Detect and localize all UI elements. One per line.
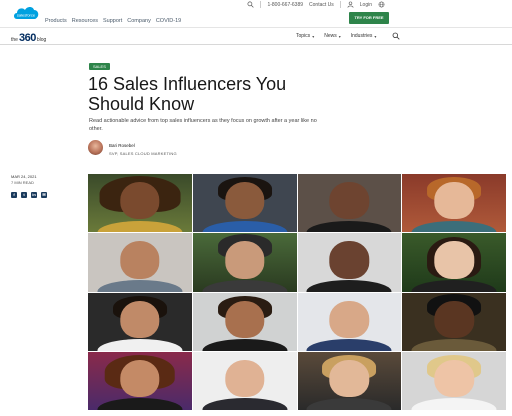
subnav-news-label: News: [324, 33, 337, 39]
article-dek: Read actionable advice from top sales in…: [89, 118, 317, 132]
influencer-photo: [88, 292, 192, 351]
blog-subnav: Topics ▾ News ▾ Industries ▾: [296, 33, 376, 39]
influencer-photo: [402, 351, 506, 410]
logo-text: salesforce: [17, 13, 36, 18]
blog-nav: the 360 blog Topics ▾ News ▾ Industries ▾: [0, 27, 512, 45]
utility-bar: 1-800-667-6389 Contact Us Login: [247, 1, 385, 8]
globe-icon[interactable]: [378, 1, 385, 8]
subnav-industries-label: Industries: [350, 33, 373, 39]
category-tag[interactable]: SALES: [89, 63, 110, 70]
top-nav: Products Resources Support Company COVID…: [45, 18, 181, 24]
influencer-photo: [192, 174, 297, 233]
author-name[interactable]: Bari Rosebel: [109, 143, 135, 148]
blog-search-icon[interactable]: [392, 32, 400, 40]
login-link[interactable]: Login: [360, 2, 372, 8]
influencer-photo: [297, 174, 402, 233]
author-title: SVP, SALES CLOUD MARKETING: [109, 151, 177, 156]
influencer-photo: [297, 233, 402, 292]
influencer-photo: [192, 233, 297, 292]
divider: [339, 1, 341, 8]
blog-logo-blog: blog: [36, 37, 47, 43]
chevron-down-icon: ▾: [312, 33, 315, 39]
blog-logo-360: 360: [18, 32, 36, 44]
facebook-icon[interactable]: f: [11, 192, 17, 198]
blog-logo-the: the: [11, 37, 18, 43]
influencer-photo: [88, 174, 192, 233]
subnav-news[interactable]: News ▾: [324, 33, 341, 39]
blog-logo[interactable]: the 360 blog: [11, 32, 46, 44]
influencer-photo: [88, 233, 192, 292]
search-icon[interactable]: [247, 1, 255, 8]
try-for-free-button[interactable]: TRY FOR FREE: [349, 12, 389, 24]
subnav-industries[interactable]: Industries ▾: [351, 33, 377, 39]
nav-covid[interactable]: COVID-19: [156, 18, 181, 24]
influencer-photo: [402, 292, 506, 351]
user-icon[interactable]: [347, 1, 354, 8]
subnav-topics-label: Topics: [296, 33, 311, 39]
contact-us-link[interactable]: Contact Us: [309, 2, 334, 8]
author-avatar[interactable]: [88, 140, 103, 155]
email-icon[interactable]: ✉: [41, 192, 47, 198]
chevron-down-icon: ▾: [374, 33, 377, 39]
influencer-photo: [297, 351, 402, 410]
subnav-topics[interactable]: Topics ▾: [296, 33, 314, 39]
article-title: 16 Sales Influencers You Should Know: [88, 74, 287, 114]
twitter-icon[interactable]: t: [21, 192, 27, 198]
top-bar: salesforce Products Resources Support Co…: [0, 0, 512, 27]
nav-company[interactable]: Company: [127, 18, 151, 24]
read-time: 7 MIN READ: [11, 180, 34, 185]
nav-resources[interactable]: Resources: [72, 18, 98, 24]
share-icons: f t in ✉: [11, 192, 47, 198]
influencer-photo: [88, 351, 192, 410]
chevron-down-icon: ▾: [338, 33, 341, 39]
influencer-photo: [402, 174, 506, 233]
salesforce-logo[interactable]: salesforce: [13, 4, 40, 23]
publish-date: MAR 24, 2021: [11, 174, 37, 179]
influencer-photo: [192, 292, 297, 351]
influencer-photo: [402, 233, 506, 292]
influencer-photo: [192, 351, 297, 410]
nav-support[interactable]: Support: [103, 18, 122, 24]
nav-products[interactable]: Products: [45, 18, 67, 24]
phone-number[interactable]: 1-800-667-6389: [267, 2, 303, 8]
divider: [260, 1, 262, 8]
influencer-photo: [297, 292, 402, 351]
influencer-photo-grid: [88, 174, 506, 410]
linkedin-icon[interactable]: in: [31, 192, 37, 198]
